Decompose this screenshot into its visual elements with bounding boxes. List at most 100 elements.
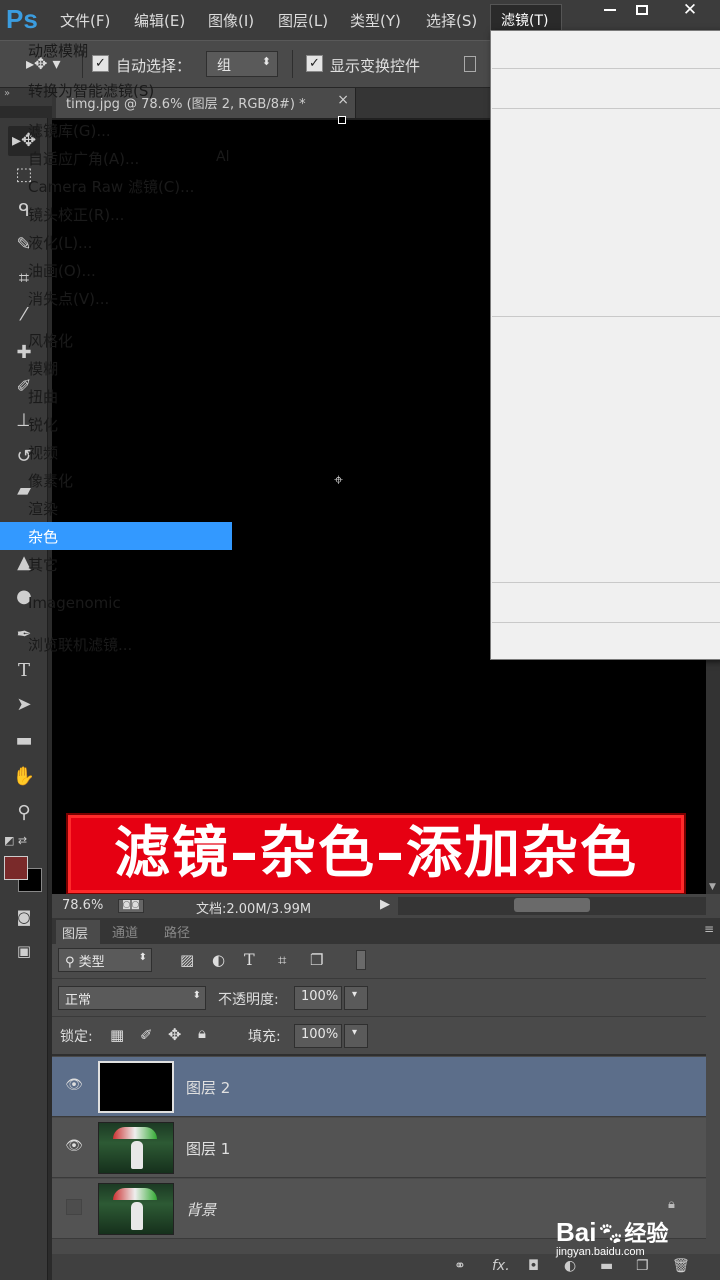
layer-name: 图层 2 <box>186 1079 231 1097</box>
menu-item-other[interactable]: 其它 <box>0 550 232 578</box>
show-transform-checkbox[interactable]: ✓ <box>306 55 323 72</box>
minimize-icon <box>604 9 616 11</box>
menu-item-stylize[interactable]: 风格化 <box>0 326 232 354</box>
opacity-input[interactable]: 100% <box>294 986 342 1010</box>
blend-mode-dropdown[interactable]: 正常 ⬍ <box>58 986 206 1010</box>
tab-close-icon[interactable]: × <box>337 92 349 108</box>
transform-center-icon[interactable]: ⌖ <box>334 470 343 490</box>
lock-pixels-icon[interactable]: ✐ <box>140 1026 153 1044</box>
lock-label: 锁定: <box>60 1029 93 1045</box>
transform-handle[interactable] <box>338 116 346 124</box>
menu-item-imagenomic[interactable]: Imagenomic <box>0 590 232 618</box>
menu-image[interactable]: 图像(I) <box>208 10 254 31</box>
maximize-button[interactable] <box>620 0 664 22</box>
menu-item-oil-paint[interactable]: 油画(O)... <box>0 256 232 284</box>
new-layer-icon[interactable]: ❐ <box>636 1258 649 1274</box>
zoom-tool-icon[interactable]: ⚲ <box>8 798 40 828</box>
hand-tool-icon[interactable]: ✋ <box>8 762 40 792</box>
menu-file[interactable]: 文件(F) <box>60 10 110 31</box>
menu-item-render[interactable]: 渲染 <box>0 494 232 522</box>
align-icon[interactable] <box>464 56 476 72</box>
default-colors-icon[interactable]: ◩ ⇄ <box>4 834 27 847</box>
filter-pixel-icon[interactable]: ▨ <box>180 951 194 969</box>
menu-item-convert-smart-filter[interactable]: 转换为智能滤镜(S) <box>0 76 232 104</box>
layer-row[interactable]: 👁︎ 图层 1 <box>52 1118 706 1178</box>
layer-row[interactable]: 👁︎ 图层 2 <box>52 1057 706 1117</box>
filter-adjustment-icon[interactable]: ◐ <box>212 951 225 969</box>
type-tool-icon[interactable]: T <box>8 656 40 686</box>
updown-icon: ⬍ <box>261 55 271 68</box>
menu-item-distort[interactable]: 扭曲 <box>0 382 232 410</box>
panel-menu-icon[interactable]: ≡ <box>704 922 714 936</box>
watermark-brand: Bai <box>556 1217 597 1247</box>
menu-item-browse-online[interactable]: 浏览联机滤镜... <box>0 630 232 658</box>
filter-shape-icon[interactable]: ⌗ <box>278 951 286 969</box>
lock-transparent-icon[interactable]: ▦ <box>110 1026 124 1044</box>
new-group-icon[interactable]: ▬ <box>600 1258 613 1274</box>
menu-item-label: 自适应广角(A)... <box>28 150 140 168</box>
menu-item-adaptive-wide-angle[interactable]: 自适应广角(A)... Al <box>0 144 232 172</box>
status-preview-icon[interactable]: ◙◙ <box>118 899 144 913</box>
filter-toggle-switch[interactable] <box>356 950 366 970</box>
eye-icon[interactable]: 👁︎ <box>64 1077 84 1095</box>
layers-panel-tabs <box>52 918 720 944</box>
layer-thumbnail <box>98 1122 174 1174</box>
fill-input[interactable]: 100% <box>294 1024 342 1048</box>
menu-select[interactable]: 选择(S) <box>426 10 477 31</box>
show-transform-label: 显示变换控件 <box>330 57 421 75</box>
add-mask-icon[interactable]: ◘ <box>528 1258 539 1274</box>
menu-separator <box>492 68 720 69</box>
path-select-tool-icon[interactable]: ➤ <box>8 690 40 720</box>
menu-item-camera-raw[interactable]: Camera Raw 滤镜(C)... <box>0 172 232 200</box>
menu-separator <box>492 622 720 623</box>
menu-item-lens-correction[interactable]: 镜头校正(R)... <box>0 200 232 228</box>
document-size: 文档:2.00M/3.99M <box>196 902 312 917</box>
zoom-level[interactable]: 78.6% <box>62 898 103 913</box>
tab-layers[interactable]: 图层 <box>56 920 100 944</box>
menu-type[interactable]: 类型(Y) <box>350 10 401 31</box>
search-icon: ⚲ <box>65 955 79 970</box>
menu-item-video[interactable]: 视频 <box>0 438 232 466</box>
layer-name: 图层 1 <box>186 1140 231 1158</box>
menu-edit[interactable]: 编辑(E) <box>134 10 185 31</box>
paw-icon: 🐾︎ <box>596 1221 625 1246</box>
menu-item-filter-gallery[interactable]: 滤镜库(G)... <box>0 116 232 144</box>
filter-type-icon[interactable]: T <box>244 950 255 969</box>
fx-icon[interactable]: fx. <box>492 1258 510 1274</box>
opacity-dropdown-icon[interactable]: ▾ <box>344 986 368 1010</box>
foreground-color-swatch[interactable] <box>4 856 28 880</box>
menu-item-motion-blur[interactable]: 动感模糊 <box>0 36 232 64</box>
lock-position-icon[interactable]: ✥ <box>168 1025 181 1044</box>
layer-name: 背景 <box>186 1201 217 1219</box>
tab-paths[interactable]: 路径 <box>164 922 190 941</box>
status-menu-arrow-icon[interactable]: ▶ <box>380 897 390 912</box>
menu-item-noise[interactable]: 杂色 <box>0 522 232 550</box>
layer-thumbnail <box>98 1183 174 1235</box>
delete-layer-icon[interactable]: 🗑︎ <box>672 1258 690 1274</box>
updown-icon: ⬍ <box>138 952 147 963</box>
menu-item-shortcut: Al <box>216 149 230 165</box>
tab-channels[interactable]: 通道 <box>112 922 138 941</box>
lock-all-icon[interactable]: 🔒︎ <box>198 1024 206 1042</box>
fill-dropdown-icon[interactable]: ▾ <box>344 1024 368 1048</box>
eye-icon[interactable]: 👁︎ <box>64 1138 84 1156</box>
divider <box>52 1054 706 1056</box>
visibility-toggle[interactable] <box>66 1199 82 1215</box>
layer-filter-dropdown[interactable]: ⚲ 类型 ⬍ <box>58 948 152 972</box>
divider <box>52 1016 706 1017</box>
lock-icon: 🔒︎ <box>668 1197 675 1212</box>
horizontal-scroll-thumb[interactable] <box>514 898 590 912</box>
menu-item-vanishing-point[interactable]: 消失点(V)... <box>0 284 232 312</box>
menu-item-liquify[interactable]: 液化(L)... <box>0 228 232 256</box>
quick-mask-icon[interactable]: ◙ <box>8 902 40 932</box>
close-button[interactable]: ✕ <box>668 0 712 22</box>
filter-smart-object-icon[interactable]: ❐ <box>310 951 323 969</box>
menu-item-blur[interactable]: 模糊 <box>0 354 232 382</box>
link-layers-icon[interactable]: ⚭ <box>454 1258 466 1274</box>
adjustment-layer-icon[interactable]: ◐ <box>564 1258 576 1274</box>
menu-layer[interactable]: 图层(L) <box>278 10 328 31</box>
menu-item-sharpen[interactable]: 锐化 <box>0 410 232 438</box>
menu-item-pixelate[interactable]: 像素化 <box>0 466 232 494</box>
screen-mode-icon[interactable]: ▣ <box>8 936 40 966</box>
rectangle-tool-icon[interactable]: ▬ <box>8 726 40 756</box>
